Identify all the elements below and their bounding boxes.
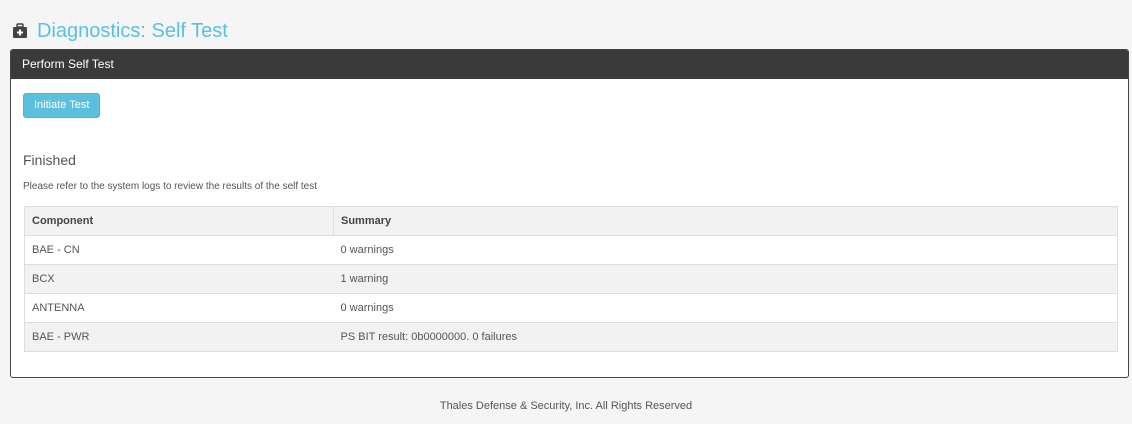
column-header-component: Component [24, 206, 334, 236]
component-cell: ANTENNA [24, 293, 334, 323]
table-row: BAE - PWR PS BIT result: 0b0000000. 0 fa… [24, 322, 1118, 352]
table-row: BAE - CN 0 warnings [24, 235, 1118, 265]
page-header: Diagnostics: Self Test [12, 17, 228, 45]
panel-heading: Perform Self Test [11, 50, 1128, 79]
table-header-row: Component Summary [24, 206, 1118, 236]
table-row: ANTENNA 0 warnings [24, 293, 1118, 323]
footer: Thales Defense & Security, Inc. All Righ… [439, 400, 693, 412]
page-title: Diagnostics: Self Test [37, 20, 228, 42]
self-test-panel: Perform Self Test Initiate Test Finished… [10, 49, 1129, 378]
summary-cell: 0 warnings [333, 293, 1118, 323]
summary-cell: PS BIT result: 0b0000000. 0 failures [333, 322, 1118, 352]
status-heading: Finished [23, 152, 76, 168]
table-row: BCX 1 warning [24, 264, 1118, 294]
component-cell: BAE - CN [24, 235, 334, 265]
briefcase-medical-icon [12, 23, 28, 39]
summary-cell: 1 warning [333, 264, 1118, 294]
status-description: Please refer to the system logs to revie… [23, 181, 318, 192]
summary-cell: 0 warnings [333, 235, 1118, 265]
results-table: Component Summary BAE - CN 0 warnings BC… [24, 206, 1118, 352]
column-header-summary: Summary [333, 206, 1118, 236]
component-cell: BCX [24, 264, 334, 294]
component-cell: BAE - PWR [24, 322, 334, 352]
initiate-test-button[interactable]: Initiate Test [23, 93, 101, 118]
